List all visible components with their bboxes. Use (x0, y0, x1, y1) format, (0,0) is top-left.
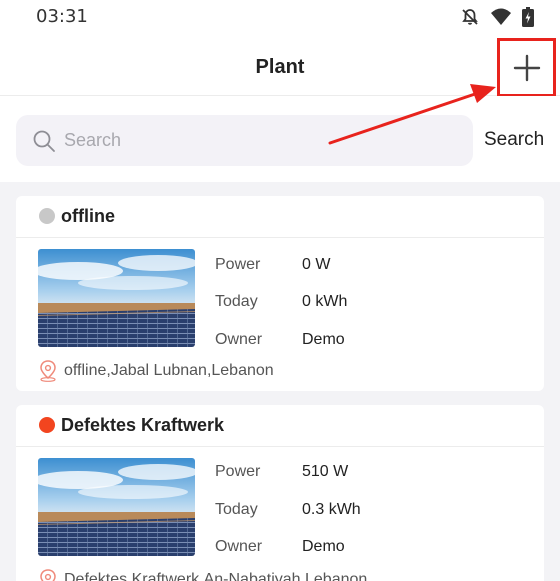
status-bar: 03:31 (0, 0, 560, 34)
owner-label: Owner (215, 331, 263, 348)
power-value: 0 W (302, 256, 331, 273)
power-label: Power (215, 256, 261, 273)
plant-name: Defektes Kraftwerk (61, 415, 225, 435)
search-input[interactable] (64, 115, 454, 166)
owner-value: Demo (302, 331, 345, 348)
location-text: offline,Jabal Lubnan,Lebanon (64, 362, 274, 379)
page-title: Plant (255, 56, 305, 78)
location-pin-icon (40, 360, 56, 382)
add-plant-button[interactable] (497, 38, 556, 97)
plant-card-header: offline (16, 196, 544, 238)
today-value: 0.3 kWh (302, 501, 361, 518)
owner-value: Demo (302, 538, 345, 555)
search-box (16, 115, 473, 166)
status-dot (39, 417, 55, 433)
plant-thumbnail (38, 458, 195, 556)
today-value: 0 kWh (302, 293, 348, 310)
wifi-icon (490, 7, 512, 32)
plant-card-header: Defektes Kraftwerk (16, 405, 544, 447)
power-value: 510 W (302, 463, 349, 480)
location-pin-icon (40, 569, 56, 581)
app-header: Plant (0, 34, 560, 97)
plant-card[interactable]: Defektes Kraftwerk Power 510 W Today 0.3… (16, 405, 544, 581)
location-text: Defektes Kraftwerk,An-Nabatiyah,Lebanon (64, 571, 368, 581)
plant-thumbnail (38, 249, 195, 347)
search-icon (33, 130, 55, 152)
today-label: Today (215, 501, 258, 518)
status-icons (460, 7, 534, 32)
status-dot (39, 208, 55, 224)
plus-icon (513, 54, 540, 81)
plant-name: offline (61, 206, 115, 226)
owner-label: Owner (215, 538, 263, 555)
plant-card[interactable]: offline Power 0 W Today 0 kWh Owner Demo… (16, 196, 544, 391)
status-time: 03:31 (36, 6, 88, 27)
battery-icon (522, 7, 534, 32)
search-area: Search (0, 96, 560, 182)
search-button[interactable]: Search (484, 129, 544, 151)
power-label: Power (215, 463, 261, 480)
bell-off-icon (460, 7, 480, 32)
today-label: Today (215, 293, 258, 310)
